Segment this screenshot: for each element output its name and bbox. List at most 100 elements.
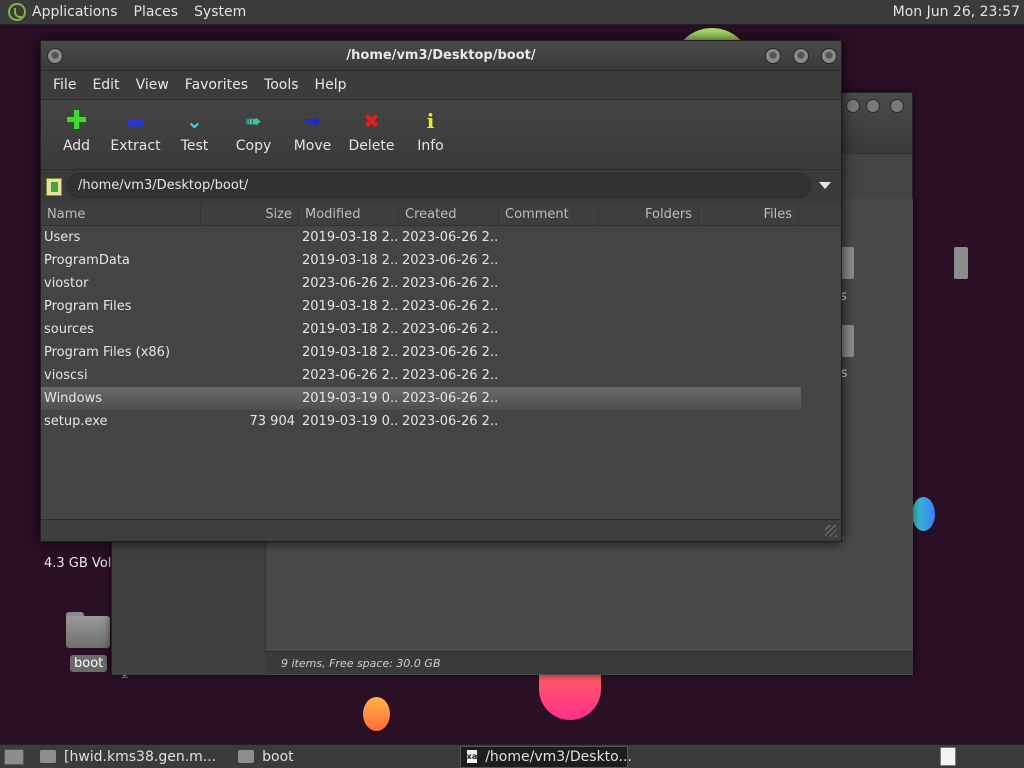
menu-favorites[interactable]: Favorites xyxy=(177,77,256,93)
menu-applications[interactable]: Applications xyxy=(32,4,118,20)
bg-maximize-button[interactable] xyxy=(866,99,880,113)
bg-minimize-button[interactable] xyxy=(846,99,860,113)
close-button[interactable] xyxy=(821,48,837,64)
test-button[interactable]: ⌄ Test xyxy=(165,108,224,154)
menu-view[interactable]: View xyxy=(128,77,177,93)
bg-close-button[interactable] xyxy=(890,99,904,113)
wallpaper-shape xyxy=(363,697,390,731)
bg-file-icon[interactable] xyxy=(840,325,854,357)
row-name: ProgramData xyxy=(44,253,130,268)
copy-button[interactable]: ➠ Copy xyxy=(224,108,283,154)
desktop-volume-label[interactable]: 4.3 GB Volu xyxy=(44,556,120,571)
maximize-button[interactable] xyxy=(793,48,809,64)
desktop-folder-icon[interactable] xyxy=(66,612,110,648)
row-name: setup.exe xyxy=(44,414,108,429)
copy-label: Copy xyxy=(235,138,272,154)
column-header-modified[interactable]: Modified xyxy=(299,204,399,226)
show-desktop-icon[interactable] xyxy=(4,748,24,765)
window-titlebar[interactable]: /home/vm3/Desktop/boot/ xyxy=(41,41,841,71)
info-label: Info xyxy=(417,138,444,154)
table-row[interactable]: ProgramData 2019-03-18 2... 2023-06-26 2… xyxy=(41,249,841,272)
row-modified: 2019-03-19 0... xyxy=(302,391,399,406)
row-created: 2023-06-26 2... xyxy=(402,368,499,383)
check-icon: ⌄ xyxy=(186,109,203,133)
row-modified: 2019-03-18 2... xyxy=(302,345,399,360)
row-name: Program Files (x86) xyxy=(44,345,171,360)
wallpaper-shape xyxy=(912,497,935,531)
menu-file[interactable]: File xyxy=(45,77,84,93)
table-row[interactable]: Program Files 2019-03-18 2... 2023-06-26… xyxy=(41,295,841,318)
row-name: Windows xyxy=(44,391,103,406)
column-headers: Name Size Modified Created Comment Folde… xyxy=(41,204,841,226)
row-created: 2023-06-26 2... xyxy=(402,276,499,291)
table-row[interactable]: Users 2019-03-18 2... 2023-06-26 2... xyxy=(41,226,841,249)
row-created: 2023-06-26 2... xyxy=(402,299,499,314)
taskbar-item-script[interactable]: [hwid.kms38.gen.m... xyxy=(34,746,222,768)
row-created: 2023-06-26 2... xyxy=(402,414,499,429)
bottom-panel: [hwid.kms38.gen.m... boot xa /home/vm3/D… xyxy=(0,744,1024,768)
delete-button[interactable]: ✖ Delete xyxy=(342,108,401,154)
add-label: Add xyxy=(62,138,91,154)
desktop-boot-label[interactable]: boot xyxy=(70,655,108,672)
row-modified: 2019-03-18 2... xyxy=(302,299,399,314)
window-title: /home/vm3/Desktop/boot/ xyxy=(346,48,536,63)
resize-grip-icon[interactable] xyxy=(825,525,837,537)
move-label: Move xyxy=(293,138,332,154)
top-panel: Applications Places System Mon Jun 26, 2… xyxy=(0,0,1024,25)
row-modified: 2023-06-26 2... xyxy=(302,368,399,383)
column-header-folders[interactable]: Folders xyxy=(599,204,699,226)
menubar: File Edit View Favorites Tools Help xyxy=(41,71,841,99)
row-name: Program Files xyxy=(44,299,132,314)
menu-edit[interactable]: Edit xyxy=(84,77,127,93)
table-row[interactable]: viostor 2023-06-26 2... 2023-06-26 2... xyxy=(41,272,841,295)
row-created: 2023-06-26 2... xyxy=(402,230,499,245)
move-button[interactable]: ➡ Move xyxy=(283,108,342,154)
status-bar xyxy=(41,519,841,541)
chevron-down-icon[interactable] xyxy=(819,182,831,189)
menu-system[interactable]: System xyxy=(194,4,246,20)
info-icon: i xyxy=(426,109,435,133)
bg-status-bar: 9 items, Free space: 30.0 GB xyxy=(265,651,913,674)
column-header-comment[interactable]: Comment xyxy=(499,204,599,226)
extract-button[interactable]: ▬ Extract xyxy=(106,108,165,154)
row-created: 2023-06-26 2... xyxy=(402,322,499,337)
column-header-files[interactable]: Files xyxy=(699,204,799,226)
bg-file-icon[interactable] xyxy=(840,247,854,279)
bg-file-icon[interactable] xyxy=(954,247,968,279)
add-button[interactable]: ✚ Add xyxy=(47,108,106,154)
taskbar-item-boot[interactable]: boot xyxy=(232,746,300,768)
menu-places[interactable]: Places xyxy=(134,4,179,20)
column-header-size[interactable]: Size xyxy=(201,204,299,226)
toolbar: ✚ Add ▬ Extract ⌄ Test ➠ Copy ➡ Move ✖ D… xyxy=(41,99,841,169)
row-created: 2023-06-26 2... xyxy=(402,345,499,360)
notes-icon[interactable] xyxy=(940,747,956,766)
folder-icon xyxy=(238,750,255,763)
row-modified: 2019-03-19 0... xyxy=(302,414,399,429)
column-header-name[interactable]: Name xyxy=(41,204,201,226)
plus-icon: ✚ xyxy=(65,106,88,136)
path-input[interactable] xyxy=(67,173,811,198)
row-modified: 2019-03-18 2... xyxy=(302,322,399,337)
taskbar-item-label: [hwid.kms38.gen.m... xyxy=(64,748,217,765)
row-modified: 2023-06-26 2... xyxy=(302,276,399,291)
minimize-button[interactable] xyxy=(765,48,781,64)
row-created: 2023-06-26 2... xyxy=(402,391,499,406)
table-row[interactable]: vioscsi 2023-06-26 2... 2023-06-26 2... xyxy=(41,364,841,387)
archive-window[interactable]: /home/vm3/Desktop/boot/ File Edit View F… xyxy=(40,40,842,542)
table-row[interactable]: sources 2019-03-18 2... 2023-06-26 2... xyxy=(41,318,841,341)
move-arrow-icon: ➡ xyxy=(304,109,321,133)
taskbar-item-archiver[interactable]: xa /home/vm3/Deskto... xyxy=(459,745,632,768)
file-list[interactable]: Name Size Modified Created Comment Folde… xyxy=(41,204,841,519)
distro-logo-icon[interactable] xyxy=(8,3,26,21)
table-row[interactable]: setup.exe 73 904 2019-03-19 0... 2023-06… xyxy=(41,410,841,433)
table-row[interactable]: Program Files (x86) 2019-03-18 2... 2023… xyxy=(41,341,841,364)
clock[interactable]: Mon Jun 26, 23:57 xyxy=(893,4,1020,20)
delete-label: Delete xyxy=(348,138,395,154)
menu-help[interactable]: Help xyxy=(307,77,355,93)
table-row-selected[interactable]: Windows 2019-03-19 0... 2023-06-26 2... xyxy=(41,387,801,410)
column-header-created[interactable]: Created xyxy=(399,204,499,226)
menu-tools[interactable]: Tools xyxy=(256,77,307,93)
row-created: 2023-06-26 2... xyxy=(402,253,499,268)
info-button[interactable]: i Info xyxy=(401,108,460,154)
x-icon: ✖ xyxy=(363,109,380,133)
